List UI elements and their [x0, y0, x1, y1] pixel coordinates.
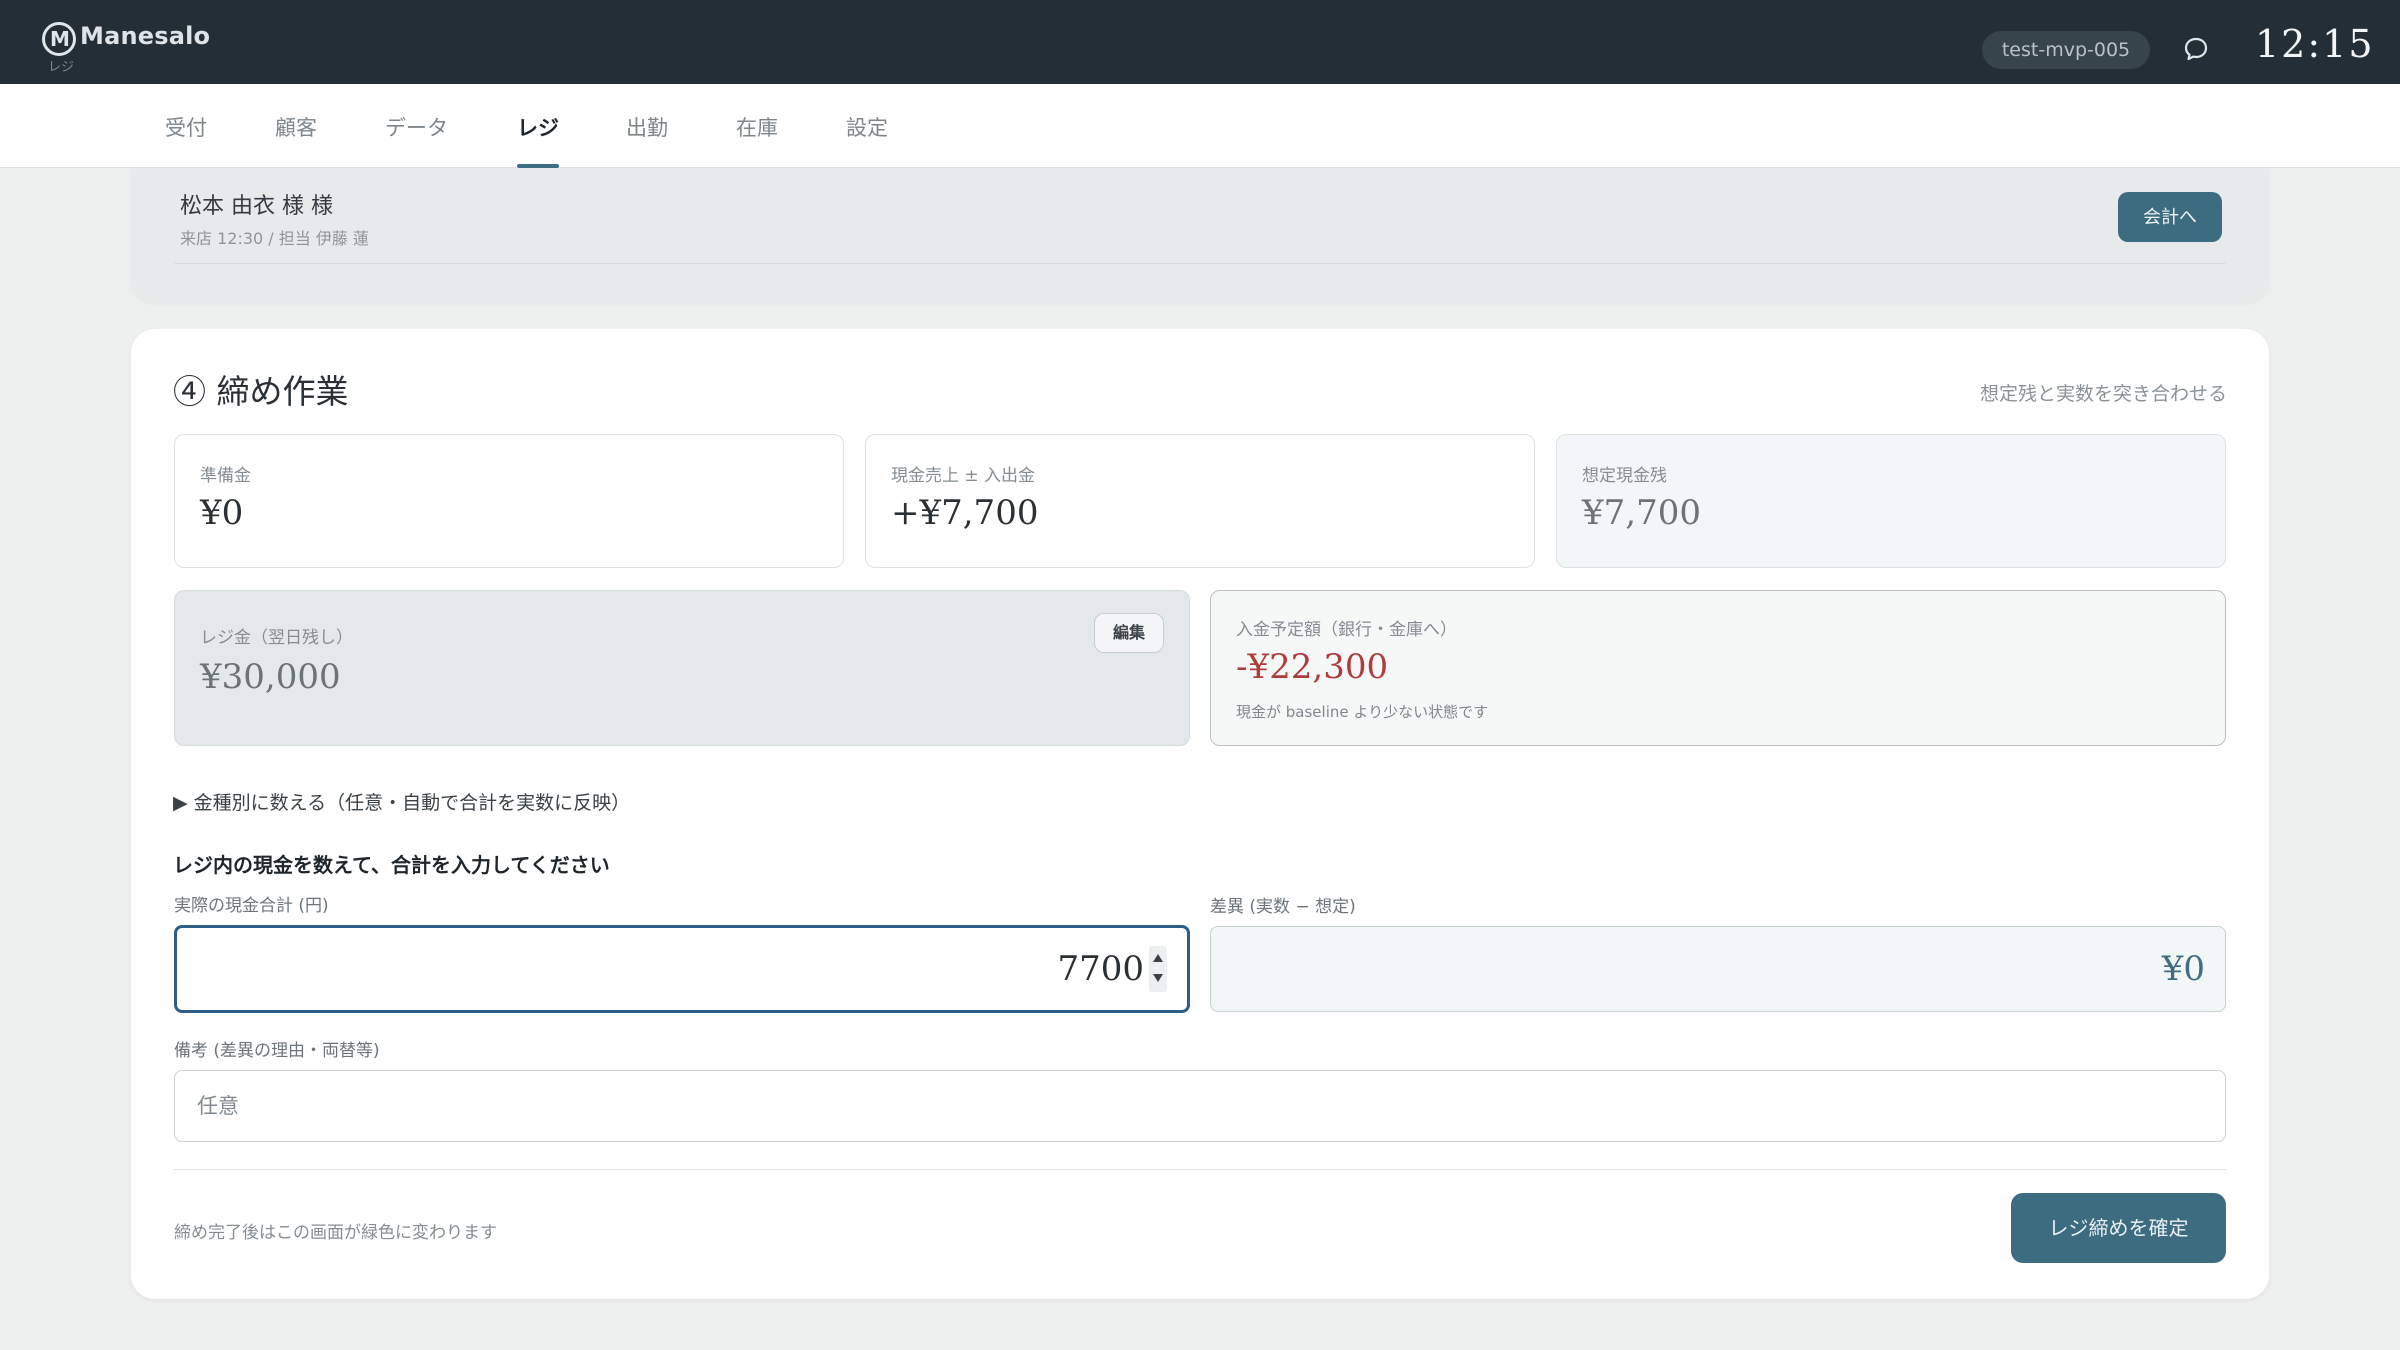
expected-cash-value: ¥7,700: [1582, 493, 1701, 533]
pending-checkout-card: 松本 由衣 様 様 来店 12:30 / 担当 伊藤 蓮 会計へ: [131, 168, 2269, 302]
section-hint: 想定残と実数を突き合わせる: [1979, 383, 2227, 405]
customer-name: 松本 由衣 様 様: [180, 194, 333, 219]
count-heading: レジ内の現金を数えて、合計を入力してください: [173, 853, 610, 877]
chat-bubble-icon[interactable]: [2183, 36, 2209, 62]
tab-reception[interactable]: 受付: [165, 112, 207, 168]
confirm-closing-button[interactable]: レジ締めを確定: [2011, 1193, 2226, 1263]
tab-inventory[interactable]: 在庫: [736, 112, 778, 168]
denomination-toggle[interactable]: ▶ 金種別に数える（任意・自動で合計を実数に反映）: [173, 788, 630, 815]
register-float-value: ¥30,000: [200, 657, 341, 697]
deposit-note: 現金が baseline より少ない状態です: [1236, 703, 1489, 721]
cash-sales-card: 現金売上 ± 入出金 +¥7,700: [865, 434, 1535, 568]
actual-cash-label: 実際の現金合計 (円): [174, 896, 329, 916]
divider: [174, 263, 2226, 264]
footer-note: 締め完了後はこの画面が緑色に変わります: [174, 1223, 497, 1243]
user-chip[interactable]: test-mvp-005: [1982, 31, 2150, 69]
clock: 12:15: [2255, 22, 2375, 66]
expected-cash-label: 想定現金残: [1582, 466, 1667, 486]
memo-input[interactable]: [174, 1070, 2226, 1142]
float-card: 準備金 ¥0: [174, 434, 844, 568]
tab-data[interactable]: データ: [385, 112, 448, 168]
memo-label: 備考 (差異の理由・両替等): [174, 1041, 380, 1061]
edit-button[interactable]: 編集: [1094, 613, 1164, 653]
brand-name: Manesalo: [80, 22, 211, 50]
difference-value: ¥0: [2161, 949, 2205, 989]
top-bar: M Manesalo レジ test-mvp-005 12:15: [0, 0, 2400, 84]
actual-cash-field: [174, 925, 1190, 1013]
difference-display: ¥0: [1210, 926, 2226, 1012]
stepper-up-icon[interactable]: [1153, 954, 1163, 962]
expected-cash-card: 想定現金残 ¥7,700: [1556, 434, 2226, 568]
tab-attendance[interactable]: 出勤: [626, 112, 668, 168]
float-label: 準備金: [200, 466, 251, 486]
tab-register[interactable]: レジ: [517, 112, 559, 168]
deposit-card: 入金予定額（銀行・金庫へ） -¥22,300 現金が baseline より少な…: [1210, 590, 2226, 746]
section-title: ④ 締め作業: [173, 372, 349, 411]
main-nav: 受付 顧客 データ レジ 出勤 在庫 設定: [0, 84, 2400, 168]
stepper-down-icon[interactable]: [1153, 974, 1163, 982]
manesalo-logo-icon: M: [42, 22, 76, 56]
number-stepper[interactable]: [1149, 946, 1167, 992]
register-float-label: レジ金（翌日残し）: [200, 628, 353, 648]
actual-cash-input[interactable]: [177, 928, 1152, 1010]
visit-meta: 来店 12:30 / 担当 伊藤 蓮: [180, 229, 369, 248]
difference-label: 差異 (実数 − 想定): [1210, 897, 1356, 917]
closing-card: ④ 締め作業 想定残と実数を突き合わせる 準備金 ¥0 現金売上 ± 入出金 +…: [131, 329, 2269, 1299]
register-float-card: レジ金（翌日残し） ¥30,000 編集: [174, 590, 1190, 746]
brand-subtitle: レジ: [48, 60, 75, 75]
deposit-value: -¥22,300: [1236, 647, 1389, 687]
cash-sales-label: 現金売上 ± 入出金: [891, 466, 1036, 486]
float-value: ¥0: [200, 493, 244, 533]
tab-customers[interactable]: 顧客: [275, 112, 317, 168]
cash-sales-value: +¥7,700: [891, 493, 1039, 533]
footer-divider: [174, 1169, 2226, 1170]
deposit-label: 入金予定額（銀行・金庫へ）: [1236, 620, 1457, 640]
checkout-button[interactable]: 会計へ: [2118, 192, 2222, 242]
tab-settings[interactable]: 設定: [846, 112, 888, 168]
